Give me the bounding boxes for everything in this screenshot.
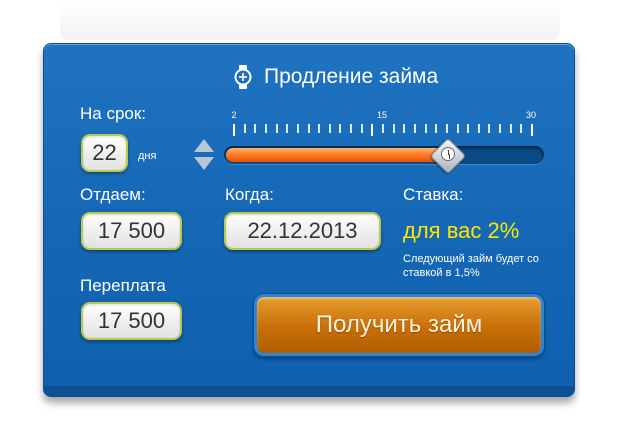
- slider-tick: [318, 124, 321, 133]
- slider-tick: [307, 124, 310, 133]
- slider-tick: [254, 124, 257, 133]
- stepper-up-arrow-icon[interactable]: [194, 139, 214, 152]
- slider-tick: [275, 124, 278, 133]
- rate-label: Ставка:: [403, 185, 464, 204]
- slider-tick: [403, 124, 406, 133]
- header: Продление займа: [234, 64, 438, 90]
- when-label: Когда:: [225, 185, 274, 204]
- panel-bottom-edge: [44, 386, 574, 396]
- slider-ticks: [233, 124, 533, 136]
- rate-value: для вас 2%: [403, 218, 520, 243]
- slider-tick: [360, 124, 363, 133]
- slider-tick: [424, 124, 427, 133]
- rate-note: Следующий займ будет со ставкой в 1,5%: [403, 253, 539, 279]
- get-loan-button[interactable]: Получить займ: [254, 294, 544, 356]
- slider-tick: [264, 124, 267, 133]
- slider-tick: [339, 124, 342, 133]
- slider-tick: [520, 124, 523, 133]
- slider-track[interactable]: [224, 146, 544, 164]
- slider-tick: [445, 124, 448, 133]
- slider-mid-label: 15: [376, 110, 388, 120]
- overpay-label: Переплата: [80, 276, 166, 295]
- term-label: На срок:: [80, 104, 147, 123]
- loan-extension-panel: Продление займа На срок: 22 дня 2 15 30 …: [43, 43, 575, 397]
- stepper-down-arrow-icon[interactable]: [194, 157, 214, 170]
- give-amount-field[interactable]: 17 500: [81, 212, 182, 250]
- when-date-field[interactable]: 22.12.2013: [224, 212, 381, 250]
- term-stepper: [194, 139, 214, 171]
- slider-tick: [286, 124, 289, 133]
- term-days-input[interactable]: 22: [81, 134, 128, 172]
- slider-tick: [328, 124, 331, 133]
- slider-tick: [296, 124, 299, 133]
- overpay-amount-field[interactable]: 17 500: [81, 302, 182, 340]
- term-slider[interactable]: 2 15 30: [222, 110, 548, 175]
- clock-icon: [440, 147, 455, 161]
- slider-tick: [488, 124, 491, 133]
- page-title: Продление займа: [264, 65, 439, 88]
- slider-tick: [392, 124, 395, 133]
- slider-tick: [371, 124, 374, 136]
- top-shadow: [60, 0, 560, 40]
- watch-icon: [234, 65, 252, 89]
- slider-tick: [413, 124, 416, 133]
- slider-tick: [456, 124, 459, 133]
- give-label: Отдаем:: [80, 185, 146, 204]
- slider-max-label: 30: [525, 110, 537, 120]
- slider-tick: [499, 124, 502, 133]
- slider-tick: [243, 124, 246, 133]
- slider-tick: [435, 124, 438, 133]
- slider-tick: [467, 124, 470, 133]
- slider-tick: [477, 124, 480, 133]
- slider-fill: [226, 148, 448, 162]
- slider-tick: [531, 124, 533, 136]
- slider-tick: [382, 124, 384, 133]
- slider-tick: [509, 124, 512, 133]
- slider-tick: [233, 124, 235, 136]
- term-unit-label: дня: [138, 150, 157, 162]
- slider-tick: [350, 124, 353, 133]
- slider-min-label: 2: [231, 110, 237, 120]
